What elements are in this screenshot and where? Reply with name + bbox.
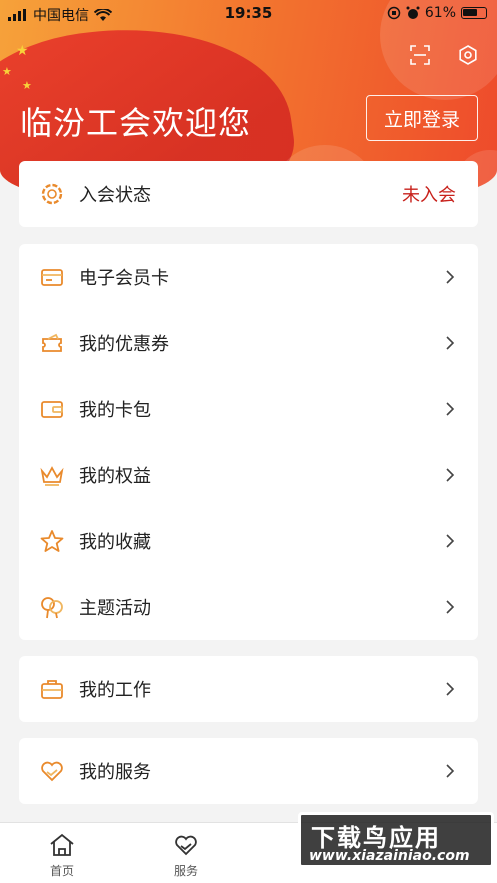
chevron-right-icon [446, 468, 455, 482]
menu-item-activities[interactable]: 主题活动 [19, 574, 478, 640]
crown-icon [40, 466, 64, 486]
heart-hand-icon [41, 761, 63, 782]
watermark-url: www.xiazainiao.com [309, 848, 470, 864]
nav-service-label: 服务 [173, 864, 198, 878]
wallet-icon [41, 401, 63, 418]
nav-service[interactable]: 服务 [156, 831, 216, 879]
chevron-right-icon [446, 764, 455, 778]
battery-percent: 61% [424, 5, 456, 21]
battery-icon [461, 7, 487, 19]
menu-item-label: 主题活动 [79, 598, 151, 619]
briefcase-icon [41, 680, 63, 699]
chevron-right-icon [446, 270, 455, 284]
menu-item-label: 电子会员卡 [79, 268, 169, 289]
star-decoration: ★ [2, 65, 12, 78]
membership-label: 入会状态 [79, 185, 151, 206]
menu-item-service[interactable]: 我的服务 [19, 738, 478, 804]
membership-status-value: 未入会 [402, 185, 456, 206]
membership-status-card[interactable]: 入会状态 未入会 [19, 161, 478, 227]
coupon-icon [42, 333, 62, 352]
menu-group-service: 我的服务 [19, 738, 478, 804]
settings-icon[interactable] [457, 44, 479, 66]
chevron-right-icon [446, 534, 455, 548]
alarm-icon [406, 6, 420, 19]
scan-icon[interactable] [409, 44, 431, 66]
lock-rotation-icon [387, 6, 401, 20]
lifebuoy-icon [41, 183, 63, 205]
menu-group-work: 我的工作 [19, 656, 478, 722]
menu-item-label: 我的优惠券 [79, 334, 169, 355]
menu-item-benefits[interactable]: 我的权益 [19, 442, 478, 508]
menu-item-work[interactable]: 我的工作 [19, 656, 478, 722]
status-bar: 中国电信 19:35 61% [0, 0, 497, 26]
chevron-right-icon [446, 600, 455, 614]
chevron-right-icon [446, 336, 455, 350]
balloon-icon [41, 597, 63, 619]
star-icon [40, 530, 64, 552]
star-decoration: ★ [16, 43, 29, 59]
nav-home-label: 首页 [49, 864, 74, 878]
watermark-logo: 下载鸟应用 www.xiazainiao.com [298, 812, 494, 868]
menu-item-label: 我的服务 [79, 762, 151, 783]
menu-item-label: 我的卡包 [79, 400, 151, 421]
home-icon [50, 833, 74, 856]
card-icon [41, 269, 63, 286]
chevron-right-icon [446, 682, 455, 696]
chevron-right-icon [446, 402, 455, 416]
menu-item-label: 我的工作 [79, 680, 151, 701]
menu-group-main: 电子会员卡 我的优惠券 我的卡包 我的权益 我的收藏 主题活动 [19, 244, 478, 640]
menu-item-label: 我的权益 [79, 466, 151, 487]
star-decoration: ★ [22, 79, 32, 92]
nav-home[interactable]: 首页 [32, 831, 92, 879]
login-button[interactable]: 立即登录 [366, 95, 478, 141]
menu-item-coupons[interactable]: 我的优惠券 [19, 310, 478, 376]
service-heart-icon [175, 835, 197, 856]
menu-item-wallet[interactable]: 我的卡包 [19, 376, 478, 442]
menu-item-label: 我的收藏 [79, 532, 151, 553]
menu-item-favorites[interactable]: 我的收藏 [19, 508, 478, 574]
welcome-title: 临汾工会欢迎您 [20, 104, 252, 142]
menu-item-member-card[interactable]: 电子会员卡 [19, 244, 478, 310]
